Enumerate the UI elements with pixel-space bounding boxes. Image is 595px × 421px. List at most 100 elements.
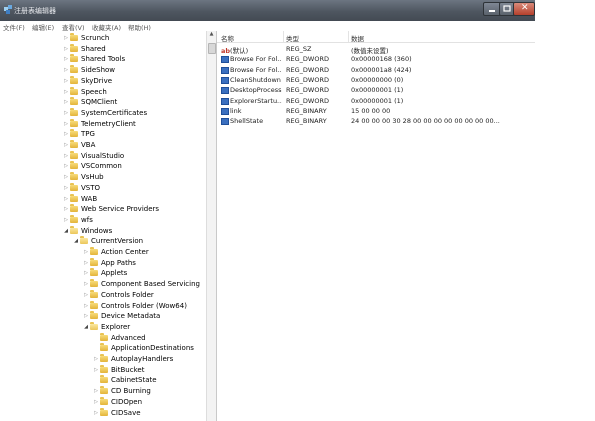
tree-node-label: Shared (81, 44, 106, 53)
expand-arrow-icon[interactable]: ▷ (82, 270, 90, 276)
expand-arrow-icon[interactable]: ▷ (62, 121, 70, 127)
folder-icon (70, 65, 78, 74)
column-divider[interactable] (283, 31, 284, 42)
folder-icon (100, 386, 108, 395)
tree-node[interactable]: ▷ Device Metadata (82, 311, 160, 321)
expand-arrow-icon[interactable]: ▷ (62, 142, 70, 148)
expand-arrow-icon[interactable]: ▷ (82, 292, 90, 298)
tree-node[interactable]: ▷ Scrunch (62, 33, 109, 43)
scroll-thumb[interactable] (208, 43, 216, 54)
tree-node-label: VSCommon (81, 162, 122, 171)
tree-node[interactable]: ApplicationDestinations (92, 343, 194, 353)
tree-scrollbar[interactable]: ▲ (206, 31, 216, 421)
expand-arrow-icon[interactable]: ▷ (62, 206, 70, 212)
tree-node[interactable]: ▷ Action Center (82, 247, 149, 257)
expand-arrow-icon[interactable]: ▷ (92, 388, 100, 394)
value-type: REG_DWORD (286, 75, 329, 84)
expand-arrow-icon[interactable]: ▷ (62, 89, 70, 95)
tree-node-label: CIDOpen (111, 397, 143, 406)
tree-node[interactable]: CabinetState (92, 375, 157, 385)
value-data: 0x00000001 (1) (351, 86, 404, 95)
value-row[interactable]: abab(默认)REG_SZ(数值未设置) (217, 44, 535, 55)
expand-arrow-icon[interactable]: ▷ (62, 153, 70, 159)
tree-node[interactable]: ▷ CD Burning (92, 386, 151, 396)
tree-node[interactable]: ◢ Windows (62, 225, 112, 236)
value-row[interactable]: DesktopProcess REG_DWORD 0x00000001 (1) (217, 85, 535, 95)
tree-node[interactable]: ◢ CurrentVersion (72, 236, 143, 246)
expand-arrow-icon[interactable]: ▷ (92, 356, 100, 362)
tree-node[interactable]: ▷ SideShow (62, 65, 115, 75)
expand-arrow-icon[interactable]: ▷ (82, 260, 90, 266)
tree-node[interactable]: ▷ Speech (62, 86, 107, 97)
tree-node[interactable]: ▷ SQMClient (62, 97, 117, 107)
tree-node[interactable]: ▷ Shared (62, 43, 106, 54)
expand-arrow-icon[interactable]: ▷ (82, 303, 90, 309)
close-button[interactable]: ✕ (513, 2, 535, 16)
expand-arrow-icon[interactable]: ▷ (62, 163, 70, 169)
expand-arrow-icon[interactable]: ▷ (62, 46, 70, 52)
folder-icon (90, 300, 98, 309)
expand-arrow-icon[interactable]: ▷ (92, 410, 100, 416)
expand-arrow-icon[interactable]: ▷ (82, 249, 90, 255)
tree-node[interactable]: ▷ Web Service Providers (62, 204, 159, 214)
tree-node[interactable]: ▷ App Paths (82, 257, 136, 268)
expand-arrow-icon[interactable]: ▷ (62, 78, 70, 84)
tree-node[interactable]: ▷ SkyDrive (62, 75, 113, 86)
tree-node[interactable]: ▷ TelemetryClient (62, 118, 136, 129)
tree-node[interactable]: ▷ VSTO (62, 182, 100, 193)
registry-key-tree[interactable]: ▷ Scrunch ▷ Shared ▷ Shared Tools ▷ SideShow ▷ Sk… (0, 31, 206, 421)
expand-arrow-icon[interactable]: ▷ (62, 35, 70, 41)
value-row[interactable]: link REG_BINARY 15 00 00 00 (217, 106, 535, 116)
registry-values-list[interactable]: 名称 类型 数据 abab(默认)REG_SZ(数值未设置)Browse For… (217, 31, 535, 421)
expand-arrow-icon[interactable]: ▷ (62, 110, 70, 116)
tree-node[interactable]: ▷ Component Based Servicing (82, 279, 200, 289)
tree-node[interactable]: ◢ Explorer (82, 321, 130, 332)
expand-arrow-icon[interactable]: ▷ (62, 56, 70, 62)
column-header-name[interactable]: 名称 (221, 33, 234, 43)
expand-arrow-icon[interactable]: ▷ (92, 367, 100, 373)
collapse-arrow-icon[interactable]: ◢ (62, 228, 70, 234)
column-divider[interactable] (348, 31, 349, 42)
tree-node[interactable]: ▷ Applets (82, 268, 127, 278)
value-row[interactable]: ExplorerStartu... REG_DWORD 0x00000001 (1) (217, 96, 535, 106)
value-row[interactable]: Browse For Fol... REG_DWORD 0x00000168 (36… (217, 54, 535, 64)
tree-node[interactable]: ▷ WAB (62, 193, 97, 204)
tree-node[interactable]: ▷ BitBucket (92, 364, 145, 375)
expand-arrow-icon[interactable]: ▷ (62, 185, 70, 191)
scroll-up-arrow-icon[interactable]: ▲ (207, 31, 216, 39)
column-header-type[interactable]: 类型 (286, 33, 299, 43)
tree-node-label: Advanced (111, 333, 146, 342)
column-header-data[interactable]: 数据 (351, 33, 364, 43)
tree-node[interactable]: ▷ CIDSave (92, 407, 141, 418)
tree-node[interactable]: ▷ wfs (62, 214, 93, 225)
expand-arrow-icon[interactable]: ▷ (62, 131, 70, 137)
tree-node[interactable]: ▷ CIDOpen (92, 396, 143, 407)
tree-node[interactable]: ▷ VSCommon (62, 161, 122, 171)
tree-node[interactable]: ▷ VisualStudio (62, 150, 124, 161)
expand-arrow-icon[interactable]: ▷ (62, 67, 70, 73)
collapse-arrow-icon[interactable]: ◢ (72, 238, 80, 244)
value-row[interactable]: ShellState REG_BINARY 24 00 00 00 30 28 00… (217, 116, 535, 126)
tree-node-label: SkyDrive (81, 76, 113, 85)
expand-arrow-icon[interactable]: ▷ (62, 174, 70, 180)
tree-node[interactable]: ▷ SystemCertificates (62, 107, 147, 118)
tree-node[interactable]: ▷ Shared Tools (62, 54, 125, 64)
tree-node[interactable]: ▷ VBA (62, 140, 95, 150)
tree-node-label: Controls Folder (101, 290, 154, 299)
expand-arrow-icon[interactable]: ▷ (62, 99, 70, 105)
expand-arrow-icon[interactable]: ▷ (62, 196, 70, 202)
tree-node[interactable]: ▷ TPG (62, 129, 95, 139)
expand-arrow-icon[interactable]: ▷ (92, 399, 100, 405)
expand-arrow-icon[interactable]: ▷ (62, 217, 70, 223)
tree-node[interactable]: ▷ VsHub (62, 172, 104, 182)
tree-node[interactable]: ▷ AutoplayHandlers (92, 354, 173, 364)
expand-arrow-icon[interactable]: ▷ (82, 313, 90, 319)
expand-arrow-icon[interactable]: ▷ (82, 281, 90, 287)
tree-node[interactable]: ▷ Controls Folder (Wow64) (82, 300, 187, 311)
tree-node[interactable]: Advanced (92, 332, 146, 343)
value-row[interactable]: Browse For Fol... REG_DWORD 0x000001a8 (42… (217, 65, 535, 75)
value-row[interactable]: CleanShutdown REG_DWORD 0x00000000 (0) (217, 75, 535, 85)
collapse-arrow-icon[interactable]: ◢ (82, 324, 90, 330)
tree-node[interactable]: ▷ Controls Folder (82, 289, 154, 300)
tree-node-label: BitBucket (111, 365, 145, 374)
